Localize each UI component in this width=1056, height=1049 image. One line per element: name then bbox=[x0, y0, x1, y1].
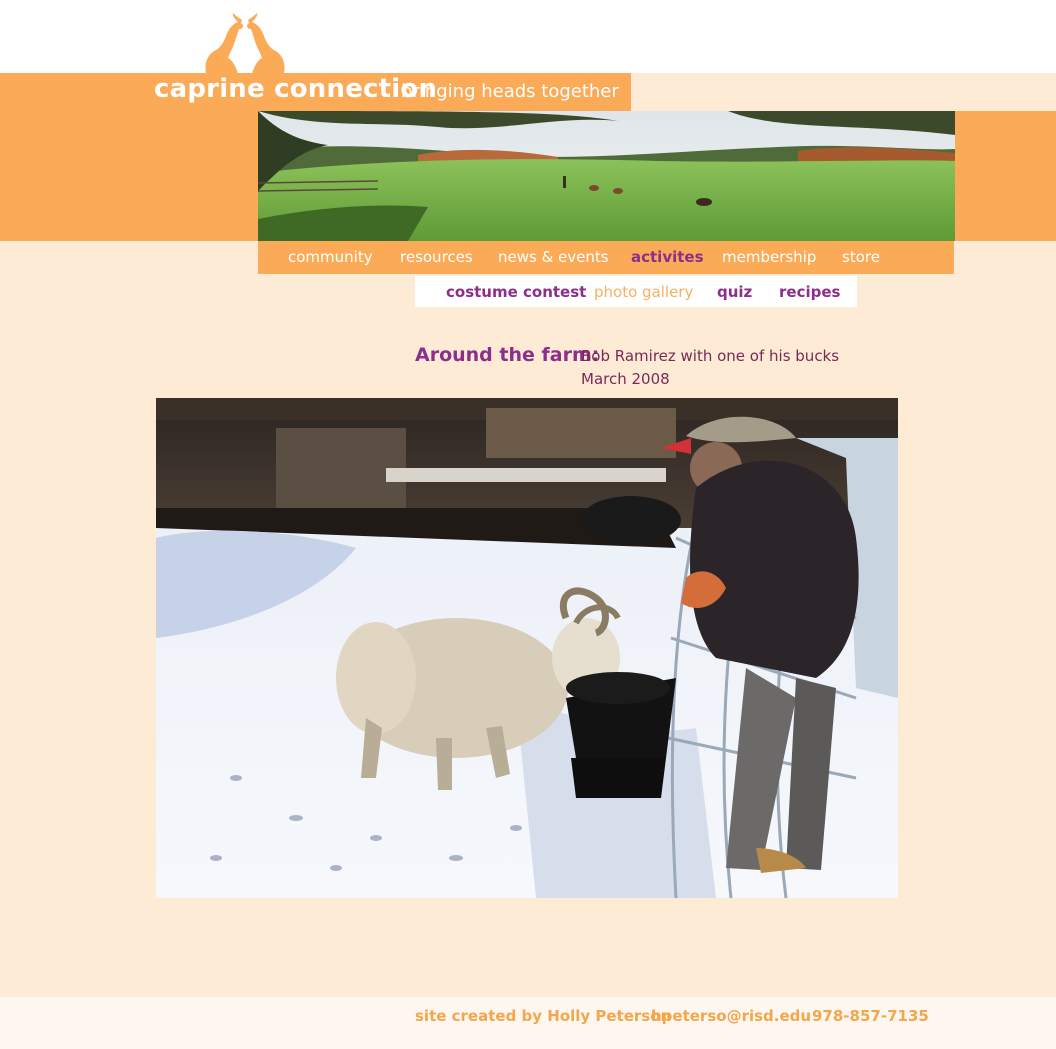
subnav-quiz[interactable]: quiz bbox=[717, 283, 752, 301]
subnav-recipes[interactable]: recipes bbox=[779, 283, 840, 301]
subnav-costume-contest[interactable]: costume contest bbox=[446, 283, 586, 301]
main-nav: community resources news & events activi… bbox=[258, 241, 954, 274]
sub-nav: costume contest photo gallery quiz recip… bbox=[415, 276, 857, 307]
footer-email-link[interactable]: hpeterso@risd.edu bbox=[651, 1007, 811, 1025]
left-orange-band bbox=[0, 111, 258, 241]
nav-membership[interactable]: membership bbox=[722, 248, 816, 266]
nav-activites[interactable]: activites bbox=[631, 248, 704, 266]
caption-date: March 2008 bbox=[581, 370, 670, 388]
nav-news-events[interactable]: news & events bbox=[498, 248, 609, 266]
caption-heading: Around the farm: bbox=[415, 344, 600, 366]
footer-credit: site created by Holly Peterson bbox=[415, 1007, 672, 1025]
footer-phone: 978-857-7135 bbox=[812, 1007, 929, 1025]
site-title[interactable]: caprine connection bbox=[154, 74, 437, 104]
subnav-photo-gallery[interactable]: photo gallery bbox=[594, 283, 693, 301]
nav-resources[interactable]: resources bbox=[400, 248, 473, 266]
top-whitespace bbox=[0, 0, 1056, 73]
site-footer: site created by Holly Peterson hpeterso@… bbox=[0, 997, 1056, 1049]
twin-goats-logo-icon[interactable] bbox=[198, 12, 292, 74]
farm-banner-image bbox=[258, 111, 955, 241]
farm-photo bbox=[156, 398, 898, 898]
nav-community[interactable]: community bbox=[288, 248, 373, 266]
right-orange-band bbox=[955, 111, 1056, 241]
site-tagline: bringing heads together bbox=[401, 81, 619, 102]
caption-description: Bob Ramirez with one of his bucks bbox=[581, 347, 840, 365]
nav-store[interactable]: store bbox=[842, 248, 880, 266]
